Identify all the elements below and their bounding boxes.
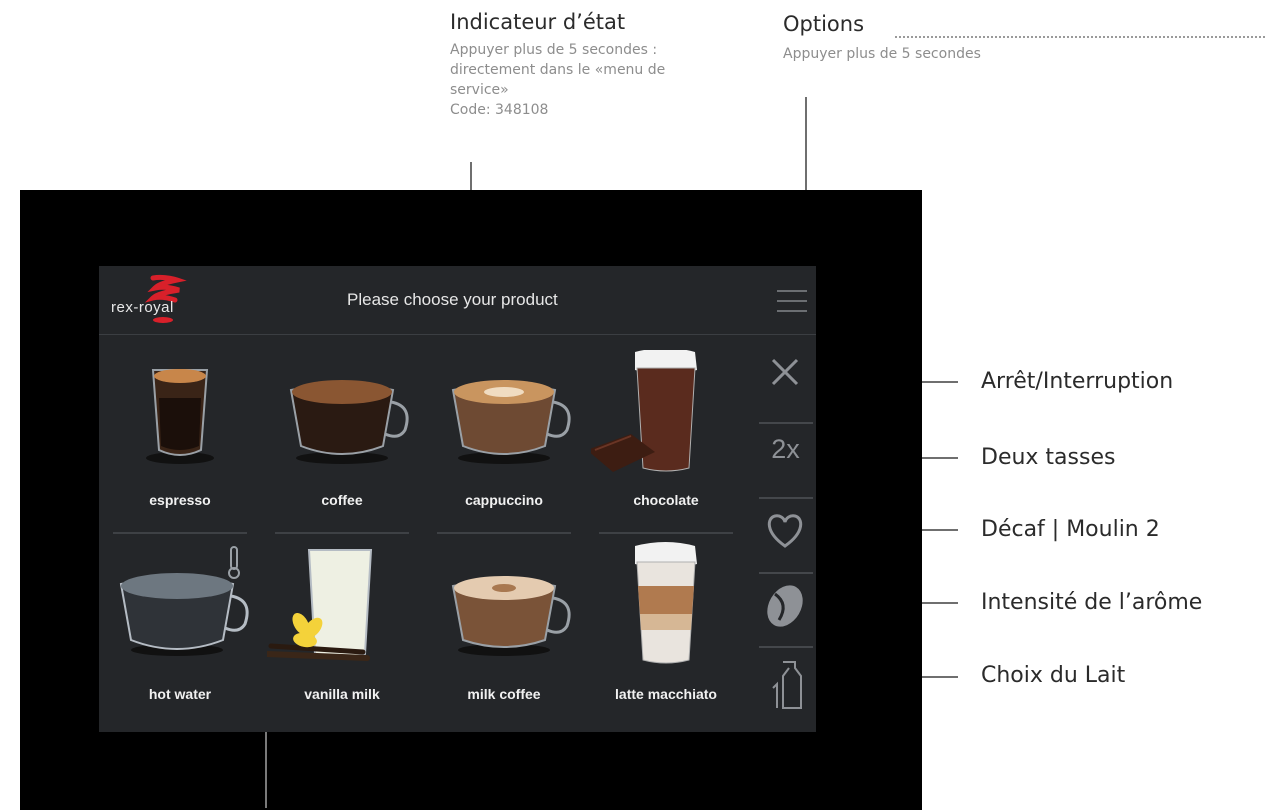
stop-x-icon xyxy=(771,358,799,386)
row-separator xyxy=(437,532,571,534)
product-label: latte macchiato xyxy=(615,686,717,702)
status-indicator-callout-title: Indicateur d’état xyxy=(450,10,626,34)
sidebar-separator xyxy=(759,572,813,574)
product-label: espresso xyxy=(149,492,211,508)
chocolate-glass-icon xyxy=(591,350,697,472)
two-cups-button[interactable]: 2x xyxy=(755,426,816,496)
product-label: hot water xyxy=(148,686,212,702)
aroma-callout-label: Intensité de l’arôme xyxy=(981,590,1203,615)
espresso-glass-icon xyxy=(146,369,214,464)
touch-screen: rex-royal Please choose your product esp… xyxy=(99,266,816,732)
logo-text: rex-royal xyxy=(111,299,174,316)
sidebar-separator xyxy=(759,422,813,424)
thermometer-icon xyxy=(227,546,241,580)
options-callout-title: Options xyxy=(783,12,865,36)
product-tile-chocolate[interactable]: chocolate xyxy=(591,350,741,540)
cappuccino-cup-icon xyxy=(451,380,571,464)
decaf-callout-label: Décaf | Moulin 2 xyxy=(981,517,1160,542)
action-sidebar: 2x xyxy=(755,336,816,732)
product-tile-latte-macchiato[interactable]: latte macchiato xyxy=(591,536,741,726)
status-indicator-callout-line: Code: 348108 xyxy=(450,102,549,118)
milk-callout-label: Choix du Lait xyxy=(981,663,1126,688)
coffee-cup-icon xyxy=(289,380,409,464)
vanilla-milk-glass-icon xyxy=(267,549,373,661)
status-indicator-callout-line: Appuyer plus de 5 secondes : xyxy=(450,42,658,58)
stop-button[interactable] xyxy=(755,344,816,414)
two-cups-callout-label: Deux tasses xyxy=(981,445,1116,470)
product-label: coffee xyxy=(321,492,363,508)
stop-callout-label: Arrêt/Interruption xyxy=(981,369,1174,394)
sidebar-separator xyxy=(759,646,813,648)
coffee-bean-icon xyxy=(767,585,803,627)
product-label: chocolate xyxy=(633,492,699,508)
row-separator xyxy=(113,532,247,534)
product-tile-espresso[interactable]: espresso xyxy=(105,350,255,540)
decaf-button[interactable] xyxy=(755,502,816,572)
product-label: milk coffee xyxy=(467,686,541,702)
screen-title: Please choose your product xyxy=(347,290,558,309)
hamburger-menu-icon[interactable] xyxy=(777,288,807,314)
product-label: vanilla milk xyxy=(304,686,380,702)
options-callout-subtitle: Appuyer plus de 5 secondes xyxy=(783,46,981,62)
latte-macchiato-glass-icon xyxy=(635,542,697,664)
milk-carton-icon xyxy=(772,661,802,709)
product-tile-vanilla-milk[interactable]: vanilla milk xyxy=(267,536,417,726)
product-label: cappuccino xyxy=(465,492,543,508)
product-tile-cappuccino[interactable]: cappuccino xyxy=(429,350,579,540)
product-tile-hot-water[interactable]: hot water xyxy=(105,536,255,726)
options-dotted-leader xyxy=(895,36,1265,38)
product-tile-milk-coffee[interactable]: milk coffee xyxy=(429,536,579,726)
row-separator xyxy=(599,532,733,534)
row-separator xyxy=(275,532,409,534)
two-cups-icon: 2x xyxy=(771,434,800,464)
sidebar-separator xyxy=(759,497,813,499)
screen-top-bar: rex-royal Please choose your product xyxy=(99,266,816,335)
aroma-button[interactable] xyxy=(755,576,816,646)
status-indicator-callout-line: service» xyxy=(450,82,509,98)
milk-choice-button[interactable] xyxy=(755,650,816,720)
product-tile-coffee[interactable]: coffee xyxy=(267,350,417,540)
heart-icon xyxy=(767,514,803,548)
milk-coffee-cup-icon xyxy=(451,576,571,656)
status-indicator-callout-line: directement dans le «menu de xyxy=(450,62,666,78)
